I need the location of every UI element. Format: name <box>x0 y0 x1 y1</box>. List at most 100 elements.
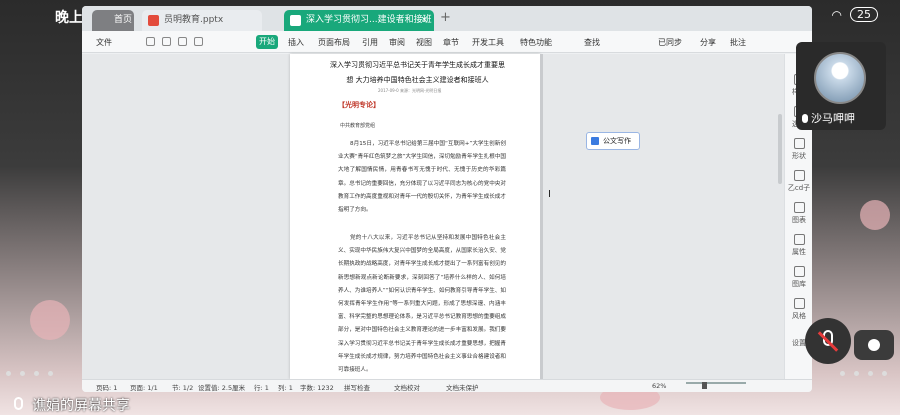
tab-pptx[interactable]: 员明教育.pptx <box>142 10 262 31</box>
dot <box>48 371 53 376</box>
sync-status[interactable]: 已同步 <box>658 37 682 48</box>
vertical-scrollbar[interactable] <box>778 114 782 184</box>
dot <box>34 371 39 376</box>
blossom-decoration <box>860 200 890 230</box>
redo-icon[interactable] <box>194 37 203 46</box>
side-item-label: 形状 <box>792 152 806 160</box>
tab-home[interactable]: 首页 <box>92 10 134 31</box>
status-section: 节: 1/2 <box>172 384 194 392</box>
screen-share-bar: 谯娟的屏幕共享 <box>0 392 900 415</box>
document-area: 深入学习贯彻习近平总书记关于青年学生成长成才重要思想 大力培养中国特色社会主义建… <box>82 54 812 379</box>
zoom-slider[interactable] <box>686 382 746 384</box>
comment-button[interactable]: 批注 <box>730 37 746 48</box>
tab-doc-active[interactable]: 深入学习贯彻习...建设者和接班人 × <box>284 10 434 46</box>
ribbon-tab[interactable]: 引用 <box>362 37 378 48</box>
dot <box>20 371 25 376</box>
add-tab-button[interactable]: + <box>440 10 451 25</box>
ribbon-tab[interactable]: 特色功能 <box>520 37 552 48</box>
status-position: 设置值: 2.5厘米 <box>198 384 246 392</box>
file-menu[interactable]: 文件 <box>96 37 112 48</box>
theme-icon <box>793 298 805 309</box>
side-item-chart[interactable]: 图表 <box>785 202 812 225</box>
side-item-label: 风格 <box>792 312 806 320</box>
ribbon-tab[interactable]: 页面布局 <box>318 37 350 48</box>
protect-status[interactable]: 文档未保护 <box>446 382 479 392</box>
document-icon <box>591 137 599 145</box>
page-indicator-dots <box>0 368 900 378</box>
gallery-icon <box>793 266 805 277</box>
side-item-label: 设置 <box>792 339 806 347</box>
status-page: 页码: 1 <box>96 384 118 392</box>
avatar <box>814 52 866 104</box>
ribbon-tab[interactable]: 视图 <box>416 37 432 48</box>
mute-button[interactable] <box>805 318 851 364</box>
side-item-properties[interactable]: 属性 <box>785 234 812 257</box>
ribbon-tab[interactable]: 插入 <box>288 37 304 48</box>
status-pages: 页面: 1/1 <box>130 384 158 392</box>
float-button-label: 公文写作 <box>603 137 631 145</box>
paragraph: 8月15日，习近平总书记给第三届中国“互联网+”大学生创新创业大赛“青年红色筑梦… <box>338 141 507 214</box>
spell-check-button[interactable]: 拼写检查 <box>344 382 370 392</box>
doc-file-icon <box>290 15 301 26</box>
microphone-icon <box>14 397 23 410</box>
pptx-file-icon <box>148 15 159 26</box>
paragraph: 党的十八大以来，习近平总书记从坚持和发展中国特色社会主义、实现中华民族伟大复兴中… <box>338 235 507 374</box>
dot <box>854 371 859 376</box>
page-edge <box>540 54 543 379</box>
side-item-shape[interactable]: 形状 <box>785 138 812 161</box>
tab-start[interactable]: 开始 <box>256 35 278 49</box>
callee-video-tile[interactable]: 沙马呷呷 <box>796 42 886 130</box>
proofread-button[interactable]: 文档校对 <box>394 382 420 392</box>
side-item-label: 图表 <box>792 216 806 224</box>
ribbon-toolbar: 文件 开始 插入 页面布局 引用 审阅 视图 章节 开发工具 特色功能 查找 已… <box>82 31 812 53</box>
section-heading: 【光明专论】 <box>338 101 380 109</box>
undo-icon[interactable] <box>178 37 187 46</box>
ribbon-tab[interactable]: 审阅 <box>389 37 405 48</box>
dot <box>882 371 887 376</box>
wps-window: 首页 员明教育.pptx 深入学习贯彻习...建设者和接班人 × + 文件 开始… <box>82 6 812 392</box>
ribbon-tab[interactable]: 章节 <box>443 37 459 48</box>
side-item-label: 图库 <box>792 280 806 288</box>
wifi-icon: ◠ <box>831 7 842 22</box>
callee-name-text: 沙马呷呷 <box>811 112 855 125</box>
call-bubble[interactable] <box>854 330 894 360</box>
document-title: 深入学习贯彻习近平总书记关于青年学生成长成才重要思想 大力培养中国特色社会主义建… <box>330 61 505 84</box>
tab-label: 员明教育.pptx <box>164 15 224 25</box>
print-icon[interactable] <box>162 37 171 46</box>
save-icon[interactable] <box>146 37 155 46</box>
tab-bar: 首页 员明教育.pptx 深入学习贯彻习...建设者和接班人 × + <box>82 6 812 46</box>
text-icon <box>793 170 805 181</box>
tab-label: 首页 <box>114 15 133 25</box>
share-button[interactable]: 分享 <box>700 37 716 48</box>
status-column: 列: 1 <box>278 384 293 392</box>
zoom-level[interactable]: 62% <box>652 382 666 390</box>
status-words: 字数: 1232 <box>300 384 334 392</box>
callee-name: 沙马呷呷 <box>802 110 855 126</box>
close-icon[interactable]: × <box>420 10 428 31</box>
dot <box>840 371 845 376</box>
side-item-text[interactable]: 乙cd子 <box>785 170 812 193</box>
official-writing-button[interactable]: 公文写作 <box>586 132 640 150</box>
document-page[interactable]: 深入学习贯彻习近平总书记关于青年学生成长成才重要思想 大力培养中国特色社会主义建… <box>290 54 540 379</box>
side-item-gallery[interactable]: 图库 <box>785 266 812 289</box>
zoom-slider-knob[interactable] <box>702 382 707 389</box>
chart-icon <box>793 202 805 213</box>
document-meta: 2017-09-0 来源：光明网-光明日报 <box>378 88 442 93</box>
microphone-icon <box>802 114 808 123</box>
properties-icon <box>793 234 805 245</box>
screen-share-label: 谯娟的屏幕共享 <box>32 398 130 414</box>
side-item-theme[interactable]: 风格 <box>785 298 812 321</box>
blossom-decoration <box>30 300 70 340</box>
ribbon-tab[interactable]: 开发工具 <box>472 37 504 48</box>
shape-icon <box>793 138 805 149</box>
battery-indicator: 25 <box>850 7 878 22</box>
search-button[interactable]: 查找 <box>584 37 600 48</box>
home-icon <box>98 15 109 26</box>
dot <box>6 371 11 376</box>
document-byline: 中共教育部党组 <box>340 123 376 129</box>
status-time: 晚上 <box>55 10 83 26</box>
status-icons: ◠ 25 <box>832 7 878 22</box>
status-line-number: 行: 1 <box>254 384 269 392</box>
side-item-label: 属性 <box>792 248 806 256</box>
dot <box>868 371 873 376</box>
